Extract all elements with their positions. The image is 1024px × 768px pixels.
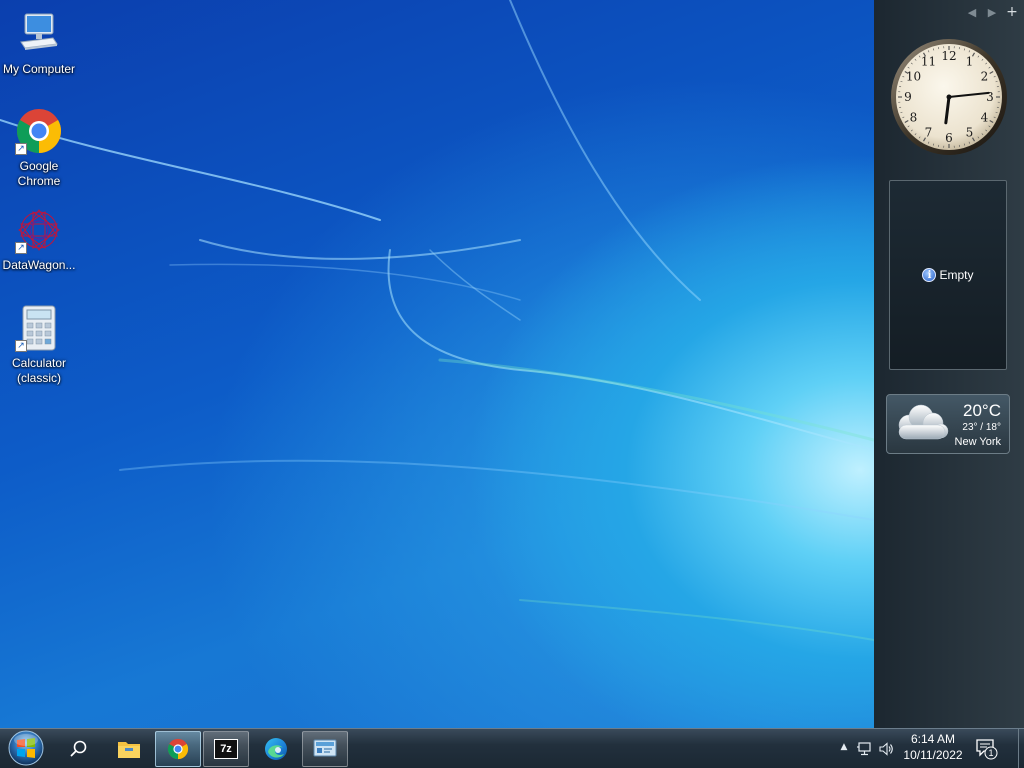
desktop-icon-google-chrome[interactable]: ↗ Google Chrome xyxy=(0,107,78,189)
shortcut-arrow-icon: ↗ xyxy=(15,143,27,155)
volume-icon[interactable] xyxy=(878,741,894,757)
weather-high-low: 23° / 18° xyxy=(962,422,1001,433)
sidebar-prev-button[interactable]: ◀ xyxy=(966,6,978,19)
clock-numeral: 5 xyxy=(966,126,974,140)
slideshow-message: i Empty xyxy=(922,268,974,282)
folder-icon xyxy=(118,742,140,758)
weather-gadget[interactable]: 20°C 23° / 18° New York xyxy=(886,394,1010,454)
clock-numeral: 4 xyxy=(981,111,989,125)
taskbar-7zip-button[interactable]: 7z xyxy=(203,731,249,767)
search-icon xyxy=(70,740,87,757)
desktop-icon-datawagon[interactable]: ↗ DataWagon... xyxy=(0,206,78,273)
taskbar: 7z ▲ xyxy=(0,728,1024,768)
info-icon: i xyxy=(922,268,937,282)
clock-numeral: 7 xyxy=(925,126,933,140)
clock-numeral: 1 xyxy=(966,54,974,68)
desktop-icon-my-computer[interactable]: My Computer xyxy=(0,10,78,77)
taskbar-chrome-button[interactable] xyxy=(155,731,201,767)
wallpaper-streaks xyxy=(0,0,874,641)
desktop-icon-label: Calculator (classic) xyxy=(11,356,67,385)
shortcut-arrow-icon: ↗ xyxy=(15,340,27,352)
cloudy-weather-icon xyxy=(898,404,949,440)
slideshow-gadget[interactable]: i Empty xyxy=(889,180,1007,370)
clock-numeral: 10 xyxy=(906,70,921,84)
shortcut-arrow-icon: ↗ xyxy=(15,242,27,254)
desktop-icon-calculator[interactable]: ↗ Calculator (classic) xyxy=(0,304,78,386)
taskbar-date: 10/11/2022 xyxy=(903,748,963,762)
taskbar-control-panel-button[interactable] xyxy=(302,731,348,767)
control-panel-icon xyxy=(313,739,337,757)
7zip-icon-text: 7z xyxy=(220,743,232,755)
slideshow-empty-text: Empty xyxy=(939,268,974,282)
taskbar-edge-button[interactable] xyxy=(253,731,299,767)
taskbar-search-button[interactable] xyxy=(56,731,102,767)
taskbar-file-explorer-button[interactable] xyxy=(106,731,152,767)
weather-city: New York xyxy=(954,436,1001,448)
chrome-icon: ↗ xyxy=(15,107,63,155)
edge-icon xyxy=(265,738,287,760)
clock-numeral: 11 xyxy=(921,54,936,68)
desktop[interactable]: My Computer ↗ Google Chrome ↗ DataWagon.… xyxy=(0,0,874,728)
desktop-icon-label: DataWagon... xyxy=(2,258,76,272)
sidebar-controls: ◀ ▶ + xyxy=(966,5,1018,19)
chrome-icon xyxy=(167,738,189,760)
clock-face: 12 1234567891011 xyxy=(891,39,1007,155)
sidebar-add-gadget-button[interactable]: + xyxy=(1006,5,1018,19)
computer-icon xyxy=(15,10,63,58)
7zip-icon: 7z xyxy=(214,739,238,759)
taskbar-clock[interactable]: 6:14 AM 10/11/2022 xyxy=(900,731,966,763)
start-button[interactable] xyxy=(6,729,46,767)
desktop-icon-label: Google Chrome xyxy=(17,159,61,188)
clock-numeral: 9 xyxy=(904,90,912,104)
taskbar-time: 6:14 AM xyxy=(910,732,956,746)
windows-start-icon xyxy=(8,730,44,766)
tray-overflow-chevron-icon[interactable]: ▲ xyxy=(836,742,852,758)
clock-gadget[interactable]: 12 1 2 3 4 5 6 7 8 9 10 11 xyxy=(888,36,1010,158)
notification-center-button[interactable]: 1 xyxy=(974,736,998,760)
clock-numeral: 2 xyxy=(981,70,989,84)
notification-count: 1 xyxy=(988,748,993,758)
desktop-icon-label: My Computer xyxy=(2,62,76,76)
network-icon[interactable] xyxy=(856,741,872,757)
weather-temperature: 20°C xyxy=(963,401,1001,420)
calculator-icon: ↗ xyxy=(15,304,63,352)
clock-numeral: 6 xyxy=(945,131,953,145)
notification-icon: 1 xyxy=(976,739,998,760)
clock-numeral: 8 xyxy=(910,111,918,125)
sidebar-next-button[interactable]: ▶ xyxy=(986,6,998,19)
gadget-sidebar: ◀ ▶ + 12 1 2 3 4 5 6 7 8 9 10 11 i Empty… xyxy=(874,0,1024,728)
datawagon-icon: ↗ xyxy=(15,206,63,254)
clock-numeral: 12 xyxy=(941,49,956,63)
show-desktop-button[interactable] xyxy=(1018,729,1024,768)
